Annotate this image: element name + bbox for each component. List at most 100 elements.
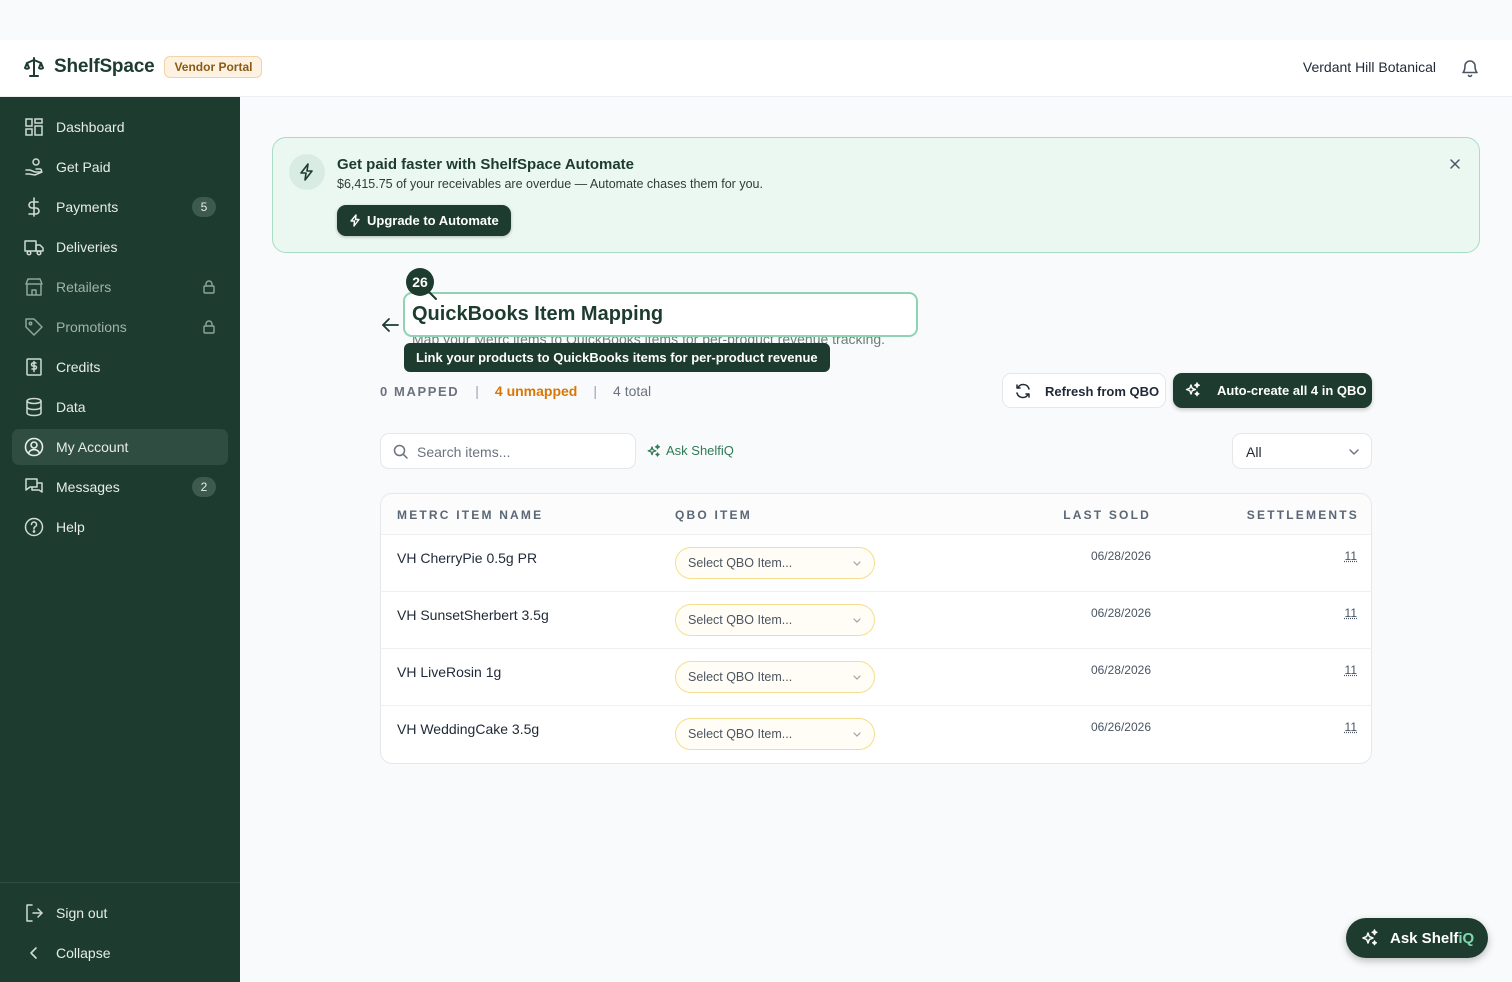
- last-sold-date: 06/28/2026: [1090, 549, 1151, 563]
- brand-logo[interactable]: ShelfSpace Vendor Portal: [24, 56, 263, 78]
- store-icon: [25, 278, 43, 296]
- qbo-select-placeholder: Select QBO Item...: [688, 613, 793, 627]
- sidebar-item-credits[interactable]: Credits: [12, 349, 228, 385]
- mapping-stats: 0 MAPPED | 4 unmapped | 4 total: [380, 383, 651, 399]
- sidebar-item-payments[interactable]: Payments 5: [12, 189, 228, 225]
- chevron-left-icon: [30, 947, 37, 959]
- metrc-item-name: VH CherryPie 0.5g PR: [397, 550, 538, 566]
- bell-icon[interactable]: [1461, 58, 1479, 78]
- close-icon[interactable]: [1449, 158, 1461, 170]
- metrc-item-name: VH SunsetSherbert 3.5g: [397, 607, 549, 623]
- qbo-item-select[interactable]: Select QBO Item...: [675, 661, 875, 693]
- table-row: VH WeddingCake 3.5g Select QBO Item... 0…: [381, 706, 1371, 763]
- last-sold-date: 06/28/2026: [1090, 663, 1151, 677]
- tour-step-badge: 26: [406, 268, 434, 296]
- dollar-icon: [28, 197, 40, 217]
- ask-shelfiq-link[interactable]: Ask ShelfiQ: [647, 443, 734, 458]
- column-header-settlements: SETTLEMENTS: [1246, 508, 1359, 522]
- sidebar-item-dashboard[interactable]: Dashboard: [12, 109, 228, 145]
- user-circle-icon: [24, 437, 44, 457]
- payments-count-badge: 5: [192, 197, 216, 217]
- vendor-name[interactable]: Verdant Hill Botanical: [1303, 59, 1436, 75]
- chevron-down-icon: [853, 675, 861, 680]
- qbo-select-placeholder: Select QBO Item...: [688, 727, 793, 741]
- messages-count-badge: 2: [192, 477, 216, 497]
- settlements-count[interactable]: 11: [1345, 720, 1357, 734]
- qbo-select-placeholder: Select QBO Item...: [688, 670, 793, 684]
- collapse-button[interactable]: Collapse: [12, 935, 228, 971]
- sidebar-item-deliveries[interactable]: Deliveries: [12, 229, 228, 265]
- ask-shelfiq-fab[interactable]: Ask ShelfiQ: [1346, 918, 1488, 958]
- refresh-from-qbo-button[interactable]: Refresh from QBO: [1002, 373, 1166, 408]
- chevron-down-icon: [853, 732, 861, 737]
- automate-promo-banner: Get paid faster with ShelfSpace Automate…: [272, 137, 1480, 253]
- qbo-item-select[interactable]: Select QBO Item...: [675, 547, 875, 579]
- filter-selected-value: All: [1246, 444, 1262, 460]
- grid-icon: [25, 118, 43, 136]
- status-filter-select[interactable]: All: [1232, 433, 1372, 469]
- table-header: METRC ITEM NAME QBO ITEM LAST SOLD SETTL…: [381, 494, 1371, 535]
- table-row: VH SunsetSherbert 3.5g Select QBO Item..…: [381, 592, 1371, 649]
- back-arrow-icon[interactable]: [380, 316, 400, 334]
- app-name: ShelfSpace: [54, 56, 155, 77]
- sidebar-item-get-paid[interactable]: Get Paid: [12, 149, 228, 185]
- hand-coin-icon: [25, 158, 43, 176]
- sidebar-item-label: Payments: [56, 199, 119, 215]
- qbo-item-select[interactable]: Select QBO Item...: [675, 718, 875, 750]
- sidebar-item-label: Messages: [56, 479, 120, 495]
- sidebar-item-label: My Account: [56, 439, 129, 455]
- auto-create-button[interactable]: Auto-create all 4 in QBO: [1173, 373, 1372, 408]
- lock-icon: [203, 320, 215, 334]
- sidebar-item-messages[interactable]: Messages 2: [12, 469, 228, 505]
- search-icon: [393, 444, 408, 459]
- chevron-down-icon: [853, 618, 861, 623]
- tag-icon: [25, 318, 43, 336]
- last-sold-date: 06/26/2026: [1090, 720, 1151, 734]
- settlements-count[interactable]: 11: [1345, 606, 1357, 620]
- sparkle-icon: [1362, 929, 1378, 946]
- truck-icon: [24, 240, 44, 256]
- top-strip: [0, 0, 1512, 40]
- sidebar-item-label: Deliveries: [56, 239, 118, 255]
- sidebar-item-promotions[interactable]: Promotions: [12, 309, 228, 345]
- sidebar-item-label: Credits: [56, 359, 101, 375]
- table-row: VH CherryPie 0.5g PR Select QBO Item... …: [381, 535, 1371, 592]
- sidebar-item-retailers[interactable]: Retailers: [12, 269, 228, 305]
- sidebar-item-label: Data: [56, 399, 86, 415]
- sparkle-icon: [1185, 382, 1200, 397]
- top-header: ShelfSpace Vendor Portal Verdant Hill Bo…: [0, 40, 1512, 97]
- unmapped-count: 4 unmapped: [494, 383, 578, 399]
- column-header-metrc-item: METRC ITEM NAME: [397, 508, 544, 522]
- refresh-button-label: Refresh from QBO: [1045, 384, 1160, 399]
- sign-out-icon: [26, 904, 43, 922]
- receipt-icon: [26, 358, 42, 376]
- scale-icon: [24, 57, 44, 77]
- bolt-icon: [350, 214, 360, 227]
- metrc-item-name: VH WeddingCake 3.5g: [397, 721, 540, 737]
- promo-title: Get paid faster with ShelfSpace Automate: [337, 156, 635, 173]
- upgrade-button-label: Upgrade to Automate: [367, 213, 499, 228]
- chat-icon: [25, 478, 43, 493]
- stats-separator: |: [593, 383, 598, 399]
- stats-separator: |: [475, 383, 479, 399]
- settlements-count[interactable]: 11: [1345, 663, 1357, 677]
- last-sold-date: 06/28/2026: [1090, 606, 1151, 620]
- chevron-down-icon: [1349, 449, 1359, 455]
- sidebar-item-help[interactable]: Help: [12, 509, 228, 545]
- fab-label-accent: iQ: [1458, 930, 1475, 947]
- refresh-icon: [1016, 383, 1030, 399]
- settlements-count[interactable]: 11: [1345, 549, 1357, 563]
- auto-create-button-label: Auto-create all 4 in QBO: [1217, 383, 1367, 398]
- sidebar-divider: [0, 882, 240, 883]
- sign-out-button[interactable]: Sign out: [12, 895, 228, 931]
- sidebar-item-my-account[interactable]: My Account: [12, 429, 228, 465]
- lock-icon: [203, 280, 215, 294]
- upgrade-button[interactable]: Upgrade to Automate: [337, 205, 511, 236]
- qbo-item-select[interactable]: Select QBO Item...: [675, 604, 875, 636]
- total-count: 4 total: [613, 383, 652, 399]
- sidebar-item-label: Get Paid: [56, 159, 111, 175]
- sidebar-item-data[interactable]: Data: [12, 389, 228, 425]
- bolt-icon: [300, 163, 313, 181]
- tour-tooltip: Link your products to QuickBooks items f…: [404, 343, 830, 372]
- search-input[interactable]: [417, 442, 627, 462]
